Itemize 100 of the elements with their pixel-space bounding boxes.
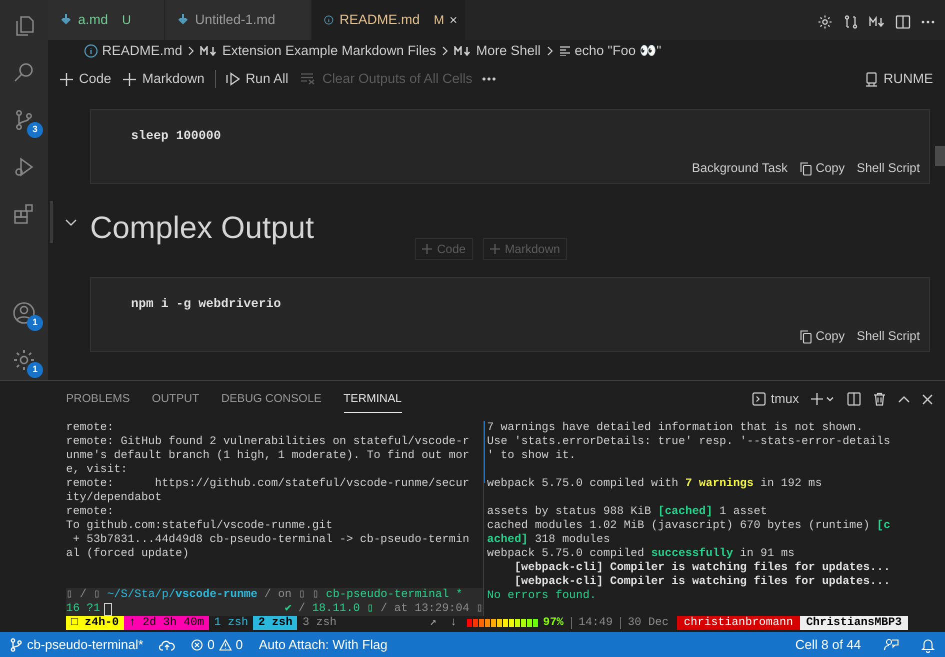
auto-attach-status[interactable]: Auto Attach: With Flag (258, 634, 388, 654)
tmux-window[interactable]: 1 zsh (209, 616, 254, 630)
terminal-line: remote: GitHub found 2 vulnerabilities on stateful/vscode-r (66, 435, 470, 449)
cell-action[interactable]: Background Task (692, 159, 788, 178)
chevron-right-icon (442, 46, 448, 56)
terminal-line: remote: (66, 421, 115, 435)
plus-icon (422, 244, 432, 254)
add-terminal-icon[interactable] (811, 392, 835, 406)
terminal-line: Use 'stats.errorDetails: true' resp. '--stats-error-details (487, 435, 892, 449)
settings-icon[interactable] (12, 348, 36, 372)
terminal-line: webpack 5.75.0 compiled successfully in 91 ms (487, 547, 796, 561)
copy-icon (800, 330, 812, 344)
git-status: U (122, 12, 132, 29)
breadcrumb[interactable]: Extension Example Markdown Files (200, 40, 436, 62)
more-icon[interactable] (921, 20, 935, 24)
split-editor-icon[interactable] (895, 14, 911, 30)
tmux-window[interactable]: 2 zsh (253, 616, 298, 630)
extensions-icon[interactable] (12, 202, 36, 226)
chevron-down-icon[interactable] (65, 219, 77, 227)
panel-tab[interactable]: PROBLEMS (66, 384, 130, 414)
cell-action[interactable]: Shell Script (856, 159, 920, 178)
gear-icon[interactable] (817, 14, 833, 30)
branch-status[interactable]: cb-pseudo-terminal* (10, 634, 144, 654)
terminal-line: al (forced update) (66, 547, 190, 561)
tmux-window[interactable]: 3 zsh (297, 616, 342, 630)
tmux-window[interactable]: □ z4h-0 (66, 616, 124, 630)
tmux-time: 14:49 (578, 616, 613, 630)
notification-badge: 1 (27, 315, 43, 331)
info-icon (324, 13, 334, 27)
problems-status[interactable]: 0 0 (191, 634, 243, 654)
markdown-icon[interactable] (869, 16, 885, 28)
code-cell[interactable]: sleep 100000 Background Task Copy Shell Script (90, 109, 930, 184)
panel-tab[interactable]: TERMINAL (344, 384, 402, 414)
scrollbar-thumb[interactable] (935, 146, 945, 166)
cell-status[interactable]: Cell 8 of 44 (795, 634, 861, 654)
terminal-dropdown[interactable]: tmux (752, 389, 799, 409)
play-icon (226, 72, 240, 86)
download-arrow-icon (60, 13, 72, 27)
chevron-right-icon (546, 46, 553, 56)
compare-icon[interactable] (843, 14, 859, 30)
runme-button[interactable]: RUNME (864, 68, 933, 90)
terminal-line: remote: https://github.com/stateful/vscode-runme/secur (66, 477, 470, 491)
tmux-host: ChristiansMBP3 (800, 616, 908, 630)
breadcrumb[interactable]: README.md (84, 40, 182, 62)
terminal-line: [webpack-cli] Compiler is watching files for updates... (513, 575, 892, 589)
terminal-icon (864, 72, 878, 86)
panel-tab[interactable]: OUTPUT (152, 384, 200, 414)
terminal-line: No errors found. (487, 589, 598, 603)
terminal-icon (752, 392, 766, 406)
plus-icon (490, 244, 500, 254)
toolbar-button[interactable]: Run All (224, 68, 290, 90)
feedback-icon[interactable] (883, 636, 899, 652)
more-icon[interactable] (482, 77, 496, 81)
terminal-line: ity/dependabot (66, 491, 163, 505)
panel-tab[interactable]: DEBUG CONSOLE (221, 384, 322, 414)
trash-icon[interactable] (873, 392, 886, 406)
download-arrow-icon (177, 13, 189, 27)
cloud-upload-icon[interactable] (159, 638, 176, 650)
branch-icon (10, 638, 22, 652)
heading: Complex Output (90, 209, 314, 247)
plus-icon (60, 72, 73, 86)
tmux-user: christianbromann (676, 616, 800, 630)
toolbar-button[interactable]: Markdown (121, 68, 207, 90)
copy-icon (800, 162, 812, 176)
info-icon (84, 44, 98, 58)
git-status: M (434, 12, 444, 29)
breadcrumb[interactable]: echo "Foo 👀" (558, 40, 662, 62)
terminal-line: + 53b7831...44d49d8 cb-pseudo-terminal -> cb-pseudo-termin (72, 533, 470, 547)
terminal-line: To github.com:stateful/vscode-runme.git (66, 519, 334, 533)
bell-icon[interactable] (921, 636, 935, 652)
copy-button[interactable]: Copy (800, 159, 845, 178)
breadcrumb[interactable]: More Shell (454, 40, 541, 62)
chevron-right-icon (188, 46, 194, 56)
terminal-line: unme's default branch (1 high, 1 moderate). To find out mor (66, 449, 470, 463)
split-icon[interactable] (847, 392, 861, 406)
account-icon[interactable] (12, 301, 36, 325)
close-icon[interactable] (922, 394, 933, 404)
tmux-window[interactable]: ↑ 2d 3h 40m (124, 616, 210, 630)
cursor (104, 602, 112, 616)
terminal-line: e, visit: (66, 463, 129, 477)
code-text: sleep 100000 (131, 128, 222, 145)
terminal-line: 7 warnings have detailed information that is not shown. (487, 421, 864, 435)
copy-button[interactable]: Copy (800, 327, 845, 346)
close-icon[interactable] (450, 15, 457, 25)
code-text: npm i -g webdriverio (131, 296, 282, 313)
terminal-line: [webpack-cli] Compiler is watching files for updates... (513, 561, 892, 575)
editor-tab[interactable]: README.md M (312, 0, 465, 40)
text-lines-icon (558, 46, 571, 56)
tmux-arrows: ↗ ↓ (430, 616, 457, 630)
notification-badge: 3 (27, 122, 43, 138)
markdown-icon (454, 46, 472, 56)
code-cell[interactable]: npm i -g webdriverio Copy Shell Script (90, 277, 930, 352)
chevron-up-icon[interactable] (898, 395, 910, 403)
editor-tab[interactable]: Untitled-1.md (165, 0, 312, 40)
cell-action[interactable]: Shell Script (856, 327, 920, 346)
toolbar-button[interactable]: Code (58, 68, 114, 90)
editor-tab[interactable]: a.md U (48, 0, 165, 40)
terminal-line: 16 ?1 (66, 602, 112, 616)
clear-all-icon (300, 73, 316, 85)
terminal-line: cached modules 1.02 MiB (javascript) 670 bytes (runtime) [c (487, 519, 892, 533)
